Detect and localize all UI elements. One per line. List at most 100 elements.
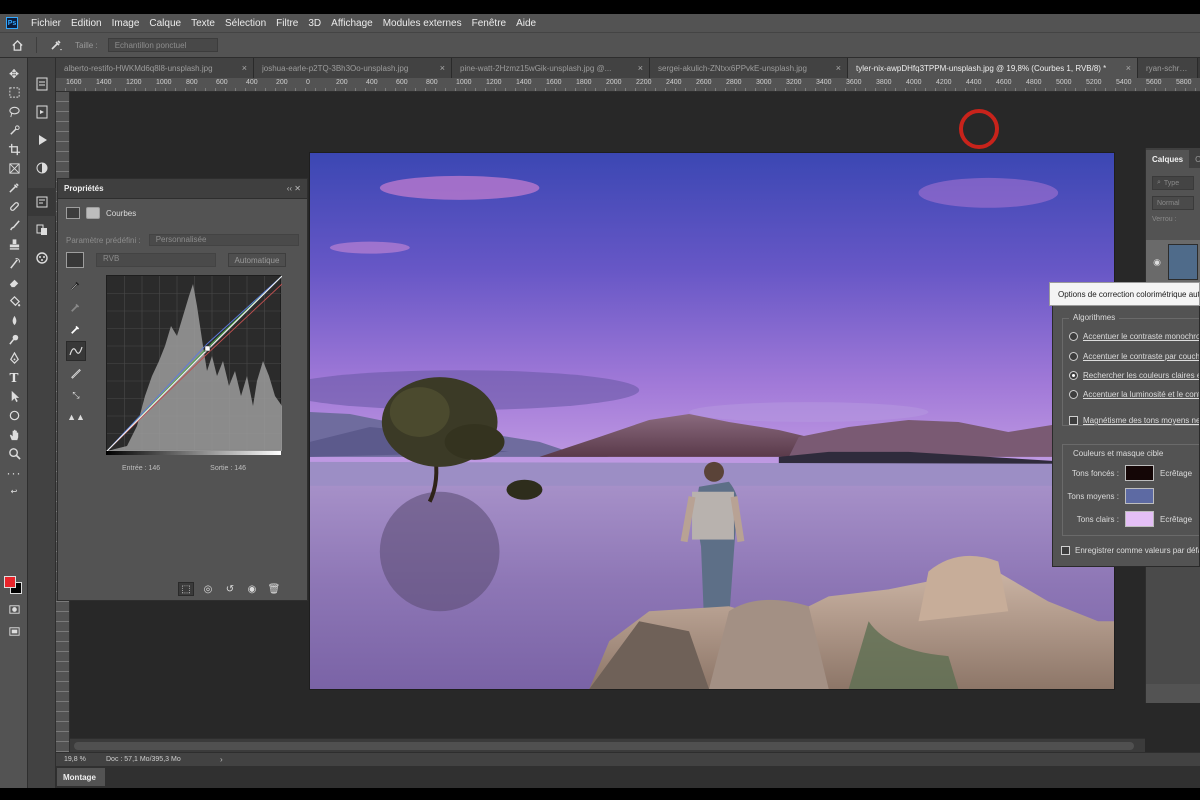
snap-neutral-midtones-option[interactable]: Magnétisme des tons moyens neutres bbox=[1069, 416, 1199, 425]
clip-to-layer-icon[interactable]: ⬚ bbox=[178, 582, 194, 596]
rectangular-marquee-icon[interactable] bbox=[0, 83, 28, 102]
tab-layers[interactable]: Calques bbox=[1146, 150, 1190, 168]
status-menu-arrow-icon[interactable]: › bbox=[220, 755, 223, 764]
hand-icon[interactable] bbox=[0, 425, 28, 444]
close-tab-icon[interactable]: × bbox=[242, 63, 247, 73]
image-canvas[interactable] bbox=[309, 152, 1115, 690]
menu-aide[interactable]: Aide bbox=[511, 18, 541, 29]
sample-size-select[interactable]: Echantillon ponctuel bbox=[107, 38, 218, 52]
scrollbar-thumb[interactable] bbox=[74, 742, 1134, 750]
curves-adjustment-icon[interactable] bbox=[66, 207, 80, 219]
move-tool-icon[interactable]: ✥ bbox=[0, 64, 28, 83]
output-value[interactable]: 146 bbox=[234, 465, 246, 472]
radio-button[interactable] bbox=[1069, 390, 1078, 399]
path-selection-icon[interactable] bbox=[0, 387, 28, 406]
menu-filtre[interactable]: Filtre bbox=[271, 18, 303, 29]
menu-selection[interactable]: Sélection bbox=[220, 18, 271, 29]
midtones-swatch[interactable] bbox=[1125, 488, 1154, 504]
input-value[interactable]: 146 bbox=[148, 465, 160, 472]
panel-menu-icon[interactable]: ‹‹ ✕ bbox=[287, 184, 301, 193]
menu-edition[interactable]: Edition bbox=[66, 18, 107, 29]
document-tab[interactable]: pine-watt-2Hzmz15wGik-unsplash.jpg @... × bbox=[452, 58, 650, 78]
quick-selection-icon[interactable] bbox=[0, 121, 28, 140]
adjustments-panel-icon[interactable] bbox=[28, 154, 56, 182]
history-brush-icon[interactable] bbox=[0, 254, 28, 273]
menu-affichage[interactable]: Affichage bbox=[326, 18, 378, 29]
menu-image[interactable]: Image bbox=[107, 18, 145, 29]
preset-select[interactable]: Personnalisée bbox=[148, 234, 299, 246]
dodge-icon[interactable] bbox=[0, 330, 28, 349]
type-tool-icon[interactable]: T bbox=[0, 368, 28, 387]
paint-bucket-icon[interactable] bbox=[0, 292, 28, 311]
radio-button-checked[interactable] bbox=[1069, 371, 1078, 380]
layer-filter-input[interactable]: ⌕ Type bbox=[1152, 176, 1194, 190]
white-point-eyedropper-icon[interactable] bbox=[66, 319, 86, 339]
pencil-icon[interactable] bbox=[66, 363, 86, 383]
checkbox[interactable] bbox=[1069, 416, 1078, 425]
clone-stamp-icon[interactable] bbox=[0, 235, 28, 254]
document-tab-active[interactable]: tyler-nix-awpDHfq3TPPM-unsplash.jpg @ 19… bbox=[848, 58, 1138, 78]
libraries-panel-icon[interactable] bbox=[28, 216, 56, 244]
crop-icon[interactable] bbox=[0, 140, 28, 159]
zoom-icon[interactable] bbox=[0, 444, 28, 463]
blend-mode-select[interactable]: Normal bbox=[1152, 196, 1194, 210]
trash-icon[interactable]: 🗑 bbox=[266, 582, 282, 596]
menu-3d[interactable]: 3D bbox=[303, 18, 326, 29]
brush-icon[interactable] bbox=[0, 216, 28, 235]
pen-icon[interactable] bbox=[0, 349, 28, 368]
menu-fenetre[interactable]: Fenêtre bbox=[467, 18, 511, 29]
rectangle-shape-icon[interactable] bbox=[0, 406, 28, 425]
tab-montage[interactable]: Montage bbox=[57, 768, 105, 786]
gray-point-eyedropper-icon[interactable] bbox=[66, 297, 86, 317]
reset-icon[interactable]: ↺ bbox=[222, 582, 238, 596]
menu-fichier[interactable]: Fichier bbox=[26, 18, 66, 29]
more-tools-icon[interactable]: ··· bbox=[0, 463, 28, 482]
radio-button[interactable] bbox=[1069, 352, 1078, 361]
play-icon[interactable] bbox=[28, 126, 56, 154]
close-tab-icon[interactable]: × bbox=[836, 63, 841, 73]
view-previous-icon[interactable]: ◎ bbox=[200, 582, 216, 596]
close-tab-icon[interactable]: × bbox=[638, 63, 643, 73]
menu-calque[interactable]: Calque bbox=[144, 18, 186, 29]
eyedropper-tool-preset-icon[interactable] bbox=[47, 36, 65, 54]
target-adjustment-icon[interactable] bbox=[66, 252, 84, 268]
layer-row[interactable]: ◉ bbox=[1146, 240, 1200, 284]
channel-select[interactable]: RVB bbox=[96, 253, 216, 267]
menu-modules-externes[interactable]: Modules externes bbox=[378, 18, 467, 29]
actions-panel-icon[interactable] bbox=[28, 98, 56, 126]
spot-healing-icon[interactable] bbox=[0, 197, 28, 216]
swatches-panel-icon[interactable] bbox=[28, 244, 56, 272]
eyedropper-icon[interactable] bbox=[0, 178, 28, 197]
horizontal-scrollbar[interactable] bbox=[70, 738, 1145, 752]
visibility-eye-icon[interactable]: ◉ bbox=[1146, 257, 1168, 268]
lasso-icon[interactable] bbox=[0, 102, 28, 121]
blur-icon[interactable] bbox=[0, 311, 28, 330]
frame-icon[interactable] bbox=[0, 159, 28, 178]
close-tab-icon[interactable]: × bbox=[1126, 63, 1131, 73]
mask-icon[interactable] bbox=[86, 207, 100, 219]
algorithm-option[interactable]: Accentuer le contraste par couches bbox=[1069, 352, 1199, 361]
algorithm-option[interactable]: Accentuer le contraste monochromatique bbox=[1069, 332, 1199, 341]
close-tab-icon[interactable]: × bbox=[440, 63, 445, 73]
menu-texte[interactable]: Texte bbox=[186, 18, 220, 29]
quick-mask-icon[interactable] bbox=[0, 600, 28, 619]
algorithm-option-selected[interactable]: Rechercher les couleurs claires et foncé… bbox=[1069, 371, 1199, 380]
document-tab[interactable]: joshua-earle-p2TQ-3Bh3Oo-unsplash.jpg × bbox=[254, 58, 452, 78]
tab-channels[interactable]: Ca bbox=[1189, 150, 1200, 168]
algorithm-option[interactable]: Accentuer la luminosité et le contraste bbox=[1069, 390, 1199, 399]
save-as-defaults-option[interactable]: Enregistrer comme valeurs par défaut bbox=[1061, 546, 1199, 555]
highlights-swatch[interactable] bbox=[1125, 511, 1154, 527]
document-tab[interactable]: alberto-restifo-HWKMd6q8l8-unsplash.jpg × bbox=[56, 58, 254, 78]
radio-button[interactable] bbox=[1069, 332, 1078, 341]
curves-graph[interactable] bbox=[106, 275, 283, 452]
shadows-swatch[interactable] bbox=[1125, 465, 1154, 481]
smooth-icon[interactable]: ⤡ bbox=[66, 385, 86, 405]
black-point-eyedropper-icon[interactable] bbox=[66, 275, 86, 295]
home-icon[interactable] bbox=[8, 36, 26, 54]
document-tab[interactable]: ryan-schroede bbox=[1138, 58, 1198, 78]
auto-button[interactable]: Automatique bbox=[228, 253, 286, 267]
visibility-eye-icon[interactable]: ◉ bbox=[244, 582, 260, 596]
history-panel-icon[interactable] bbox=[28, 70, 56, 98]
curve-point-tool-icon[interactable] bbox=[66, 341, 86, 361]
zoom-level[interactable]: 19,8 % bbox=[56, 756, 100, 763]
